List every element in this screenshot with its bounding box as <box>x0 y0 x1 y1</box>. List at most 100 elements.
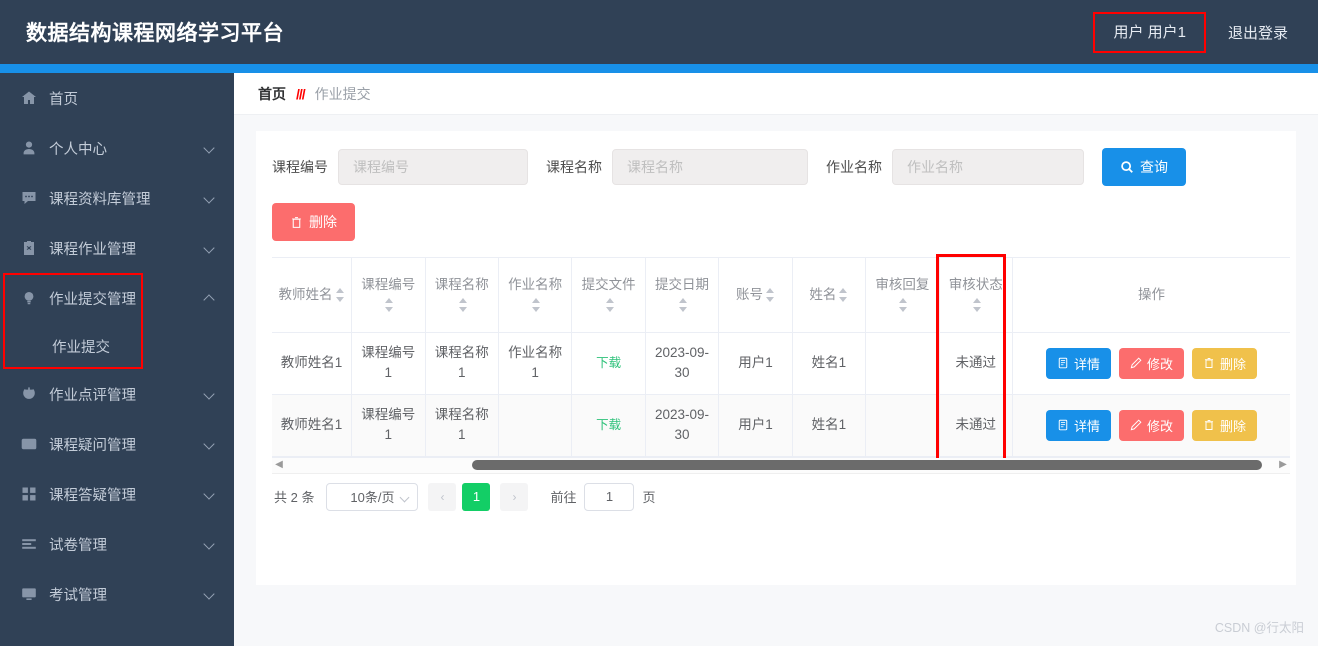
download-link[interactable]: 下载 <box>596 418 621 432</box>
course-name-input[interactable]: 课程名称 <box>612 149 808 185</box>
sidebar-subitem-submission[interactable]: 作业提交 <box>0 323 234 369</box>
sidebar: 首页 个人中心 课程资料库管理 课程作业管理 作业提交管理 作业提交 作业点评管… <box>0 73 234 646</box>
sidebar-item-course-answering[interactable]: 课程答疑管理 <box>0 469 234 519</box>
detail-button[interactable]: 详情 <box>1045 409 1111 441</box>
cell-teacher-name: 教师姓名1 <box>272 332 353 395</box>
bulb-icon <box>20 289 38 307</box>
detail-button[interactable]: 详情 <box>1045 347 1111 379</box>
col-homework-name[interactable]: 作业名称 <box>498 258 573 333</box>
sidebar-group-submission: 作业提交管理 作业提交 <box>0 273 234 369</box>
col-review-status[interactable]: 审核状态 <box>939 258 1014 333</box>
logout-button[interactable]: 退出登录 <box>1228 22 1288 43</box>
cell-operations: 详情 修改 删除 <box>1012 332 1290 395</box>
sidebar-item-exam-paper[interactable]: 试卷管理 <box>0 519 234 569</box>
col-review-reply[interactable]: 审核回复 <box>865 258 940 333</box>
page-jump-input[interactable]: 1 <box>584 482 635 511</box>
chevron-down-icon <box>204 588 216 600</box>
sidebar-item-label: 课程答疑管理 <box>49 487 136 504</box>
sidebar-item-homework-review[interactable]: 作业点评管理 <box>0 369 234 419</box>
sidebar-item-personal-center[interactable]: 个人中心 <box>0 123 234 173</box>
total-count-label: 共 2 条 <box>274 490 315 505</box>
prev-page-button[interactable]: ‹ <box>428 482 457 511</box>
document-icon <box>1058 419 1068 431</box>
table-row[interactable]: 教师姓名1 课程编号1 课程名称1 下载 2023-09-30 用户1 姓名1 … <box>272 394 1290 457</box>
sidebar-item-label: 作业点评管理 <box>49 387 136 404</box>
sidebar-item-home[interactable]: 首页 <box>0 73 234 123</box>
batch-delete-button[interactable]: 删除 <box>272 203 355 241</box>
sort-icon[interactable] <box>839 287 848 303</box>
col-submit-file[interactable]: 提交文件 <box>571 258 646 333</box>
col-account[interactable]: 账号 <box>718 258 793 333</box>
cell-name: 姓名1 <box>792 394 867 457</box>
page-jump-unit: 页 <box>642 490 656 505</box>
edit-button[interactable]: 修改 <box>1118 347 1184 379</box>
cell-name: 姓名1 <box>792 332 867 395</box>
col-course-name[interactable]: 课程名称 <box>425 258 499 333</box>
cell-account: 用户1 <box>718 332 793 395</box>
next-page-button[interactable]: › <box>500 482 529 511</box>
breadcrumb-current: 作业提交 <box>314 85 371 102</box>
table-horizontal-scrollbar[interactable]: ◀ ▶ <box>272 457 1290 474</box>
scroll-right-icon[interactable]: ▶ <box>1276 460 1290 470</box>
edit-button-label: 修改 <box>1146 356 1173 372</box>
course-name-label: 课程名称 <box>546 159 602 175</box>
pagination: 共 2 条 10条/页 ‹ 1 › 前往 1 页 <box>272 474 1280 520</box>
page-jump: 前往 1 页 <box>550 482 656 511</box>
edit-button[interactable]: 修改 <box>1118 409 1184 441</box>
chevron-down-icon <box>204 242 216 254</box>
col-submit-date[interactable]: 提交日期 <box>645 258 720 333</box>
cell-homework-name: 作业名称1 <box>498 332 573 395</box>
sidebar-item-course-library[interactable]: 课程资料库管理 <box>0 173 234 223</box>
download-link[interactable]: 下载 <box>596 356 621 370</box>
sort-icon[interactable] <box>899 297 908 313</box>
sort-icon[interactable] <box>458 297 468 313</box>
sort-icon[interactable] <box>972 297 982 313</box>
user-icon <box>20 139 38 157</box>
search-form: 课程编号 课程编号 课程名称 课程名称 作业名称 作业名称 查询 <box>272 148 1280 186</box>
cell-teacher-name: 教师姓名1 <box>272 394 353 457</box>
sidebar-item-submission-management[interactable]: 作业提交管理 <box>0 273 234 323</box>
sidebar-item-exam[interactable]: 考试管理 <box>0 569 234 619</box>
sort-icon[interactable] <box>765 287 775 303</box>
sort-icon[interactable] <box>605 297 615 313</box>
query-button[interactable]: 查询 <box>1102 148 1186 186</box>
current-user-button[interactable]: 用户 用户1 <box>1093 11 1206 53</box>
table-row[interactable]: 教师姓名1 课程编号1 课程名称1 作业名称1 下载 2023-09-30 用户… <box>272 332 1290 395</box>
delete-button[interactable]: 删除 <box>1192 409 1258 441</box>
col-teacher-name[interactable]: 教师姓名 <box>272 258 353 333</box>
sidebar-item-label: 首页 <box>49 91 78 108</box>
cell-review-reply <box>865 332 940 395</box>
sort-icon[interactable] <box>679 297 688 313</box>
sort-icon[interactable] <box>335 287 345 303</box>
sidebar-item-label: 试卷管理 <box>49 537 107 554</box>
cell-account: 用户1 <box>718 394 793 457</box>
sidebar-item-course-question[interactable]: 课程疑问管理 <box>0 419 234 469</box>
pencil-icon <box>1130 357 1142 369</box>
sort-icon[interactable] <box>385 297 394 313</box>
delete-button[interactable]: 删除 <box>1192 347 1258 379</box>
col-name[interactable]: 姓名 <box>792 258 867 333</box>
sort-icon[interactable] <box>532 297 541 313</box>
course-no-input[interactable]: 课程编号 <box>338 149 528 185</box>
col-course-no[interactable]: 课程编号 <box>351 258 426 333</box>
cell-course-no: 课程编号1 <box>351 332 426 395</box>
scroll-track[interactable] <box>286 457 1276 473</box>
delete-button-label: 删除 <box>1220 418 1247 434</box>
course-no-label: 课程编号 <box>272 159 328 175</box>
app-header: 数据结构课程网络学习平台 用户 用户1 退出登录 <box>0 0 1318 64</box>
watermark: CSDN @行太阳 <box>1214 621 1304 635</box>
page-number-1[interactable]: 1 <box>462 482 491 511</box>
sidebar-item-label: 课程疑问管理 <box>49 437 136 454</box>
scroll-left-icon[interactable]: ◀ <box>272 460 286 470</box>
sidebar-item-label: 作业提交管理 <box>49 291 136 308</box>
page-size-select[interactable]: 10条/页 <box>326 482 419 511</box>
homework-name-input[interactable]: 作业名称 <box>892 149 1084 185</box>
sidebar-item-course-homework[interactable]: 课程作业管理 <box>0 223 234 273</box>
trash-icon <box>292 216 301 228</box>
grid-icon <box>20 485 38 503</box>
cell-submit-date: 2023-09-30 <box>645 332 720 395</box>
cell-review-status: 未通过 <box>939 332 1014 395</box>
message-icon <box>20 189 38 207</box>
scroll-thumb[interactable] <box>472 460 1262 470</box>
breadcrumb-home[interactable]: 首页 <box>258 84 286 104</box>
